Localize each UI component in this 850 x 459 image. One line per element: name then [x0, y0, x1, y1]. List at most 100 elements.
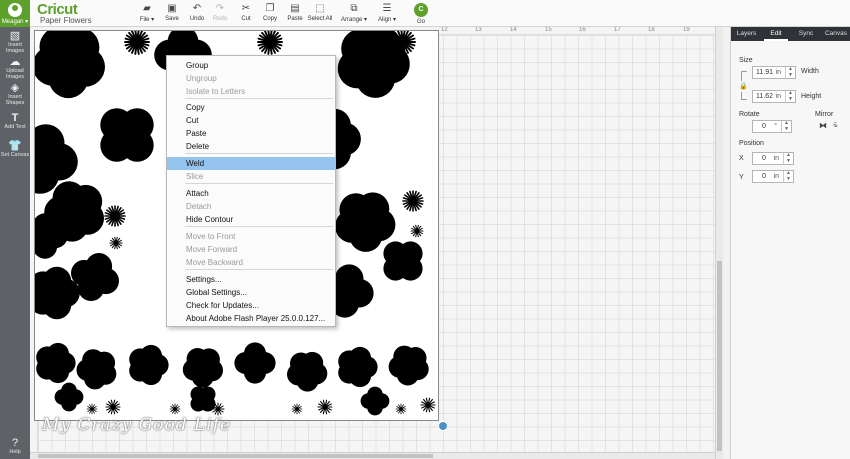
rotate-input[interactable]: 0 ° ▲ ▼ — [752, 120, 792, 133]
menu-item-settings[interactable]: Settings... — [167, 273, 335, 286]
starburst-shape[interactable] — [317, 399, 333, 415]
ruler-number: 13 — [475, 27, 482, 33]
help-button[interactable]: ? Help — [0, 437, 30, 455]
flower-shape[interactable] — [234, 342, 276, 384]
menu-item-move-forward[interactable]: Move Forward — [167, 243, 335, 256]
set-canvas-button[interactable]: 👕 Set Canvas — [0, 140, 30, 158]
flower-shape[interactable] — [35, 31, 105, 99]
menu-item-paste[interactable]: Paste — [167, 127, 335, 140]
flower-shape[interactable] — [335, 192, 396, 252]
tab-edit[interactable]: Edit — [764, 27, 788, 41]
starburst-shape[interactable] — [169, 403, 181, 415]
menu-item-move-to-front[interactable]: Move to Front — [167, 230, 335, 243]
paste-icon: ▤ — [290, 3, 300, 14]
ruler-number: 14 — [510, 27, 517, 33]
rotate-handle[interactable] — [438, 421, 448, 431]
flower-shape[interactable] — [360, 386, 390, 416]
flower-shape[interactable] — [182, 348, 223, 388]
x-stepper[interactable]: ▲ ▼ — [783, 152, 793, 164]
paste-button[interactable]: ▤ Paste — [282, 3, 308, 22]
flip-vertical-icon[interactable]: ⩯ — [833, 121, 838, 131]
height-stepper[interactable]: ▲ ▼ — [785, 90, 795, 102]
flower-shape[interactable] — [36, 342, 76, 384]
menu-item-slice[interactable]: Slice — [167, 170, 335, 183]
menu-item-attach[interactable]: Attach — [167, 187, 335, 200]
y-position-input[interactable]: 0 in ▲ ▼ — [752, 170, 794, 183]
rotate-stepper[interactable]: ▲ ▼ — [781, 120, 791, 132]
starburst-shape[interactable] — [410, 224, 424, 238]
menu-item-cut[interactable]: Cut — [167, 114, 335, 127]
select-all-button[interactable]: ⬚ Select All — [306, 3, 334, 22]
position-label: Position — [739, 140, 764, 147]
flower-shape[interactable] — [338, 346, 378, 388]
ruler-number: 15 — [545, 27, 552, 33]
rotate-label: Rotate — [739, 111, 760, 118]
menu-item-move-backward[interactable]: Move Backward — [167, 256, 335, 269]
x-position-input[interactable]: 0 in ▲ ▼ — [752, 152, 794, 165]
add-text-button[interactable]: T Add Text — [0, 112, 30, 130]
starburst-shape[interactable] — [257, 31, 283, 55]
horizontal-scrollbar[interactable] — [30, 452, 715, 459]
flower-shape[interactable] — [388, 345, 429, 386]
scroll-thumb[interactable] — [38, 454, 433, 458]
menu-item-group[interactable]: Group — [167, 59, 335, 72]
width-label: Width — [801, 68, 819, 75]
menu-item-about-adobe-flash-player-25-0-0-127[interactable]: About Adobe Flash Player 25.0.0.127... — [167, 312, 335, 325]
menu-item-ungroup[interactable]: Ungroup — [167, 72, 335, 85]
go-button[interactable]: C — [414, 3, 428, 17]
cut-button[interactable]: ✂ Cut — [233, 3, 259, 22]
lock-icon[interactable]: 🔒 — [739, 82, 748, 90]
menu-item-global-settings[interactable]: Global Settings... — [167, 286, 335, 299]
starburst-shape[interactable] — [402, 190, 424, 212]
size-label: Size — [739, 57, 753, 64]
starburst-shape[interactable] — [420, 397, 436, 413]
insert-images-button[interactable]: ▧ Insert Images — [0, 30, 30, 54]
starburst-shape[interactable] — [124, 31, 150, 55]
starburst-shape[interactable] — [395, 403, 407, 415]
starburst-shape[interactable] — [104, 205, 126, 227]
width-stepper[interactable]: ▲ ▼ — [785, 66, 795, 78]
save-button[interactable]: ▣ Save — [159, 3, 185, 22]
project-name: Paper Flowers — [40, 16, 92, 25]
flower-shape[interactable] — [54, 382, 84, 412]
file-menu-button[interactable]: ▰ File ▾ — [134, 3, 160, 23]
flip-horizontal-icon[interactable]: ⧓ — [819, 121, 827, 130]
flower-shape[interactable] — [129, 344, 169, 386]
menu-item-weld[interactable]: Weld — [167, 157, 335, 170]
ruler-number: 16 — [579, 27, 586, 33]
tab-sync[interactable]: Sync — [794, 27, 818, 41]
select-all-icon: ⬚ — [315, 3, 325, 14]
arrange-menu-button[interactable]: ⧉ Arrange ▾ — [339, 3, 369, 23]
redo-button[interactable]: ↷ Redo — [207, 3, 233, 22]
flower-shape[interactable] — [190, 386, 216, 412]
height-input[interactable]: 11.62 in ▲ ▼ — [752, 90, 796, 103]
tab-canvas[interactable]: Canvas — [822, 27, 850, 41]
starburst-shape[interactable] — [105, 399, 121, 415]
starburst-shape[interactable] — [291, 403, 303, 415]
user-menu-button[interactable]: Meagan ▾ — [0, 0, 30, 27]
align-menu-button[interactable]: ☰ Align ▾ — [374, 3, 400, 23]
upload-images-button[interactable]: ☁ Upload Images — [0, 56, 30, 80]
flower-shape[interactable] — [287, 351, 328, 392]
starburst-shape[interactable] — [86, 403, 98, 415]
menu-item-check-for-updates[interactable]: Check for Updates... — [167, 299, 335, 312]
scroll-thumb[interactable] — [717, 261, 722, 451]
copy-button[interactable]: ❐ Copy — [257, 3, 283, 22]
insert-shapes-button[interactable]: ◈ Insert Shapes — [0, 82, 30, 106]
starburst-shape[interactable] — [109, 236, 123, 250]
menu-item-hide-contour[interactable]: Hide Contour — [167, 213, 335, 226]
flower-shape[interactable] — [383, 241, 423, 281]
tab-layers[interactable]: Layers — [733, 27, 760, 41]
menu-item-detach[interactable]: Detach — [167, 200, 335, 213]
menu-item-delete[interactable]: Delete — [167, 140, 335, 153]
menu-item-isolate-to-letters[interactable]: Isolate to Letters — [167, 85, 335, 98]
height-label: Height — [801, 93, 822, 100]
menu-item-copy[interactable]: Copy — [167, 101, 335, 114]
left-sidebar: ▧ Insert Images ☁ Upload Images ◈ Insert… — [0, 27, 30, 459]
flower-shape[interactable] — [100, 108, 154, 162]
flower-shape[interactable] — [76, 349, 117, 390]
vertical-scrollbar[interactable] — [715, 27, 723, 459]
design-canvas[interactable]: 12 13 14 15 16 17 18 19 20 My Crazy Good… — [30, 27, 730, 459]
width-input[interactable]: 11.91 in ▲ ▼ — [752, 66, 796, 79]
y-stepper[interactable]: ▲ ▼ — [783, 170, 793, 182]
